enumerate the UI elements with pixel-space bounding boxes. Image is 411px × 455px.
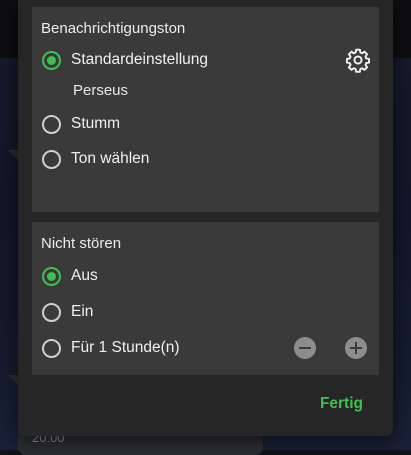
notification-sound-card: Benachrichtigungston Standardeinstellung… [32, 7, 379, 212]
option-dnd-hours[interactable]: Für 1 Stunde(n) [42, 334, 379, 362]
option-choose-sound[interactable]: Ton wählen [42, 145, 379, 173]
option-dnd-off[interactable]: Aus [42, 262, 379, 290]
background-bubble-tail [8, 375, 18, 385]
do-not-disturb-card: Nicht stören Aus Ein Für 1 Stunde(n) [32, 222, 379, 375]
option-mute[interactable]: Stumm [42, 110, 379, 138]
plus-circle-icon[interactable] [345, 337, 367, 359]
background-bubble-tail [8, 150, 18, 160]
selected-sound-name: Perseus [73, 82, 129, 99]
option-dnd-on-label: Ein [71, 303, 94, 320]
minus-circle-icon[interactable] [294, 337, 316, 359]
radio-mute[interactable] [42, 114, 61, 134]
radio-dnd-hours[interactable] [42, 338, 61, 358]
radio-dnd-off[interactable] [42, 266, 61, 286]
notification-sound-title: Benachrichtigungston [41, 20, 186, 37]
radio-choose-sound[interactable] [42, 149, 61, 169]
done-button[interactable]: Fertig [320, 395, 363, 413]
option-default-sound-label: Standardeinstellung [71, 51, 209, 68]
radio-dnd-on[interactable] [42, 302, 61, 322]
option-dnd-off-label: Aus [71, 267, 98, 284]
option-dnd-hours-label: Für 1 Stunde(n) [71, 339, 180, 356]
do-not-disturb-title: Nicht stören [41, 235, 122, 252]
notification-settings-dialog: Benachrichtigungston Standardeinstellung… [18, 0, 393, 436]
radio-default-sound[interactable] [42, 50, 61, 70]
gear-icon[interactable] [345, 47, 371, 73]
option-default-sound[interactable]: Standardeinstellung [42, 46, 379, 74]
option-mute-label: Stumm [71, 115, 121, 132]
option-choose-sound-label: Ton wählen [71, 150, 150, 167]
option-dnd-on[interactable]: Ein [42, 298, 379, 326]
